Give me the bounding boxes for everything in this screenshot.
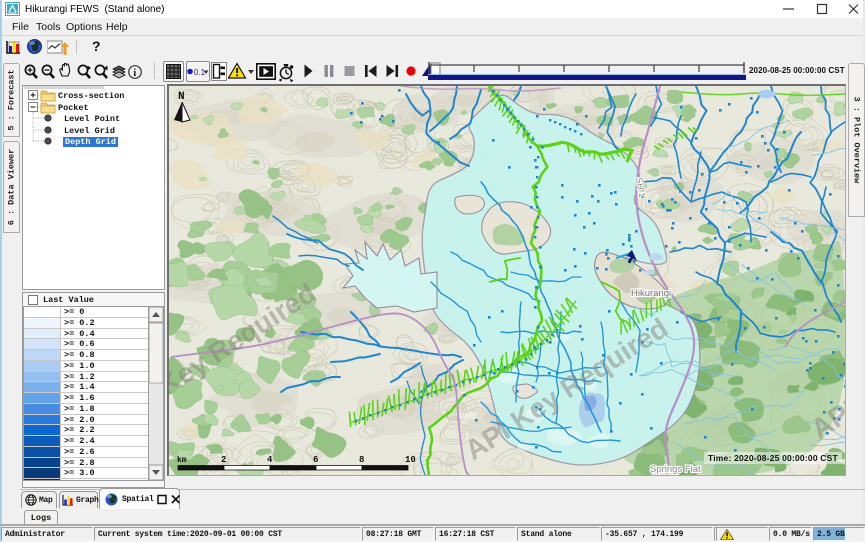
svg-text:Time: 2020-08-25 00:00:00 CST: Time: 2020-08-25 00:00:00 CST [708, 453, 839, 463]
svg-text:6: 6 [313, 455, 318, 465]
svg-text:Hikurangi: Hikurangi [631, 288, 671, 299]
svg-text:0.1: 0.1 [194, 68, 206, 77]
svg-text:N: N [178, 91, 185, 103]
svg-text:2: 2 [221, 455, 226, 465]
svg-text:i: i [133, 68, 136, 79]
svg-text:4: 4 [267, 455, 273, 465]
svg-text:8: 8 [359, 455, 364, 465]
svg-text:Springs Flat: Springs Flat [650, 464, 701, 475]
svg-text:10: 10 [405, 455, 416, 465]
svg-text:km: km [177, 456, 187, 465]
